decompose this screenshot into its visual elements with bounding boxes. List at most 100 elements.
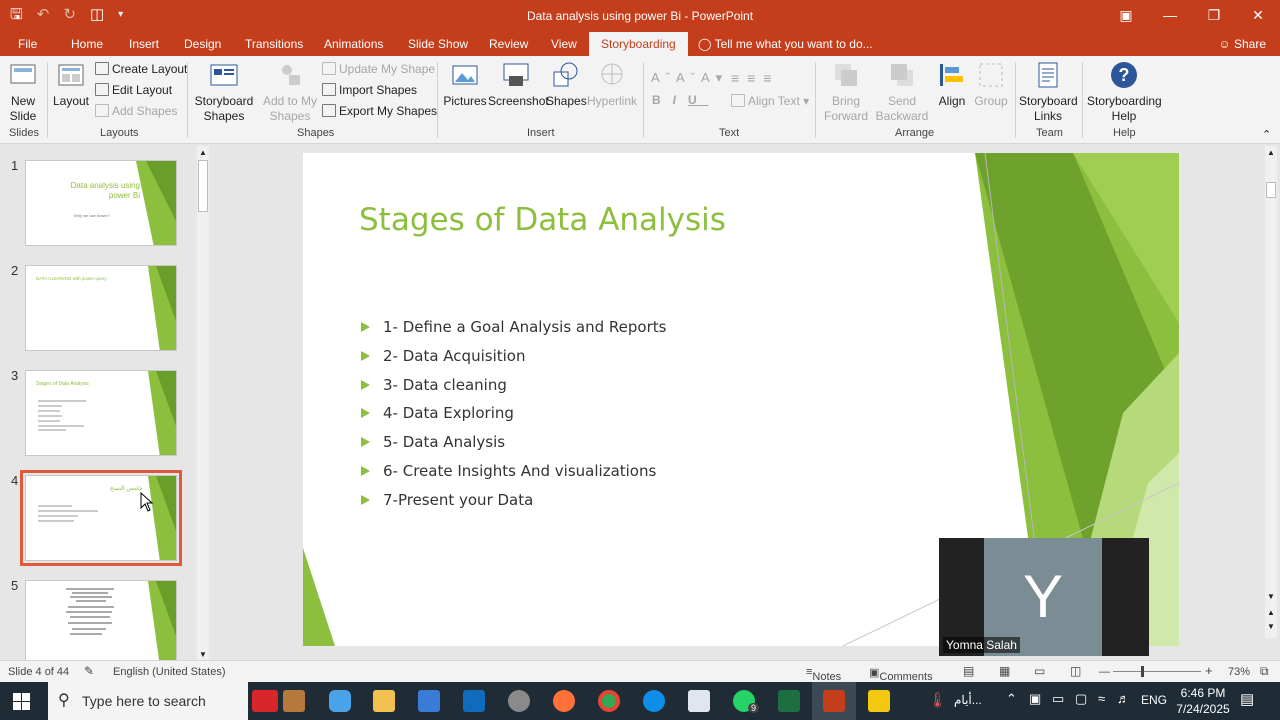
align-center-icon[interactable]: ≡ (747, 70, 763, 86)
new-slide-button[interactable]: New Slide (4, 60, 42, 124)
fit-to-window-icon[interactable]: ⧉ (1260, 664, 1269, 679)
edit-layout-button[interactable]: Edit Layout (95, 82, 172, 98)
search-highlight-icon[interactable] (252, 690, 278, 712)
ribbon-display-options-icon[interactable]: ▣ (1104, 0, 1148, 32)
zoom-level[interactable]: 73% (1228, 666, 1250, 678)
tab-home[interactable]: Home (71, 37, 103, 51)
file-explorer-icon[interactable] (373, 690, 395, 712)
tab-file[interactable]: File (18, 37, 37, 51)
slide-thumbnail-4[interactable]: خامس النسخ (20, 470, 182, 566)
underline-icon[interactable]: U (688, 93, 709, 107)
slide-thumbnail-1[interactable]: Data analysis using power Bi Why we use … (25, 160, 177, 246)
tab-insert[interactable]: Insert (129, 37, 159, 51)
input-language[interactable]: ENG (1141, 693, 1167, 707)
zoom-out-icon[interactable]: — (1099, 666, 1110, 678)
microsoft-store-icon[interactable] (418, 690, 440, 712)
scroll-down-icon[interactable]: ▼ (1266, 592, 1276, 601)
export-my-shapes-button[interactable]: Export My Shapes (322, 103, 437, 119)
update-my-shape-button[interactable]: Update My Shape (322, 61, 435, 77)
align-left-icon[interactable]: ≡ (731, 70, 747, 86)
bring-forward-button[interactable]: Bring Forward (820, 60, 872, 124)
search-highlight-image-icon[interactable] (283, 690, 305, 712)
restore-button[interactable]: ❐ (1192, 0, 1236, 32)
group-button[interactable]: Group (972, 60, 1010, 109)
grow-font-icon[interactable]: Aˆ (651, 70, 676, 85)
normal-view-icon[interactable]: ▤ (963, 664, 974, 678)
paint-icon[interactable] (508, 690, 530, 712)
storyboard-links-button[interactable]: Storyboard Links (1019, 60, 1078, 124)
add-to-my-shapes-button[interactable]: Add to My Shapes (260, 60, 320, 124)
shapes-button[interactable]: Shapes (546, 60, 587, 109)
tab-animations[interactable]: Animations (324, 37, 383, 51)
tab-storyboarding[interactable]: Storyboarding (589, 32, 688, 56)
scroll-up-icon[interactable]: ▲ (1266, 148, 1276, 157)
tab-transitions[interactable]: Transitions (245, 37, 303, 51)
windows-start-icon[interactable] (13, 693, 30, 710)
show-hidden-icons[interactable]: ⌃ (1006, 691, 1017, 707)
weather-icon[interactable]: 🌡 (928, 691, 947, 709)
copilot-icon[interactable] (329, 690, 351, 712)
reading-view-icon[interactable]: ▭ (1034, 664, 1045, 678)
tell-me-box[interactable]: ◯ Tell me what you want to do... (698, 37, 873, 51)
tab-review[interactable]: Review (489, 37, 528, 51)
screenshot-button[interactable]: Screenshot (488, 60, 549, 109)
spelling-icon[interactable]: ✎ (84, 664, 94, 678)
bold-icon[interactable]: B (652, 93, 673, 107)
battery-icon[interactable]: ▭ (1052, 691, 1064, 707)
clock-time[interactable]: 6:46 PM (1178, 686, 1228, 700)
scroll-up-icon[interactable]: ▲ (198, 148, 208, 157)
bullet-list[interactable]: 1- Define a Goal Analysis and Reports 2-… (359, 313, 666, 515)
notes-button[interactable]: ≡ Notes (806, 666, 841, 683)
comments-button[interactable]: ▣ Comments (869, 666, 933, 683)
slide-thumbnail-3[interactable]: Stages of Data Analysis (25, 370, 177, 456)
scroll-thumb[interactable] (1266, 182, 1276, 198)
align-button[interactable]: Align (934, 60, 970, 109)
hyperlink-button[interactable]: Hyperlink (586, 60, 638, 109)
teamviewer-icon[interactable] (643, 690, 665, 712)
camera-icon[interactable]: ▢ (1075, 691, 1087, 707)
send-backward-button[interactable]: Send Backward (874, 60, 930, 124)
pictures-button[interactable]: Pictures (443, 60, 487, 109)
create-layout-button[interactable]: Create Layout (95, 61, 187, 77)
weather-text[interactable]: أيام... (954, 693, 982, 707)
minimize-button[interactable]: — (1148, 0, 1192, 32)
scroll-down-icon[interactable]: ▼ (198, 650, 208, 659)
storyboard-shapes-button[interactable]: Storyboard Shapes (194, 60, 254, 124)
outlook-icon[interactable] (463, 690, 485, 712)
shrink-font-icon[interactable]: Aˇ (676, 70, 701, 85)
power-bi-icon[interactable] (868, 690, 890, 712)
notifications-icon[interactable]: ▤ (1240, 690, 1254, 708)
zoom-slider[interactable] (1113, 671, 1201, 672)
excel-icon[interactable] (778, 690, 800, 712)
thumbnail-scrollbar[interactable]: ▲ ▼ (197, 146, 209, 660)
tab-design[interactable]: Design (184, 37, 221, 51)
align-text-button[interactable]: Align Text ▾ (731, 93, 809, 109)
slide-thumbnail-5[interactable] (25, 580, 177, 660)
import-shapes-button[interactable]: Import Shapes (322, 82, 417, 98)
window-app-icon[interactable] (688, 690, 710, 712)
share-button[interactable]: ☺ Share (1218, 37, 1266, 51)
slide-scrollbar[interactable]: ▲ ▼ ▲ ▼ (1265, 146, 1277, 638)
taskbar-search-box[interactable]: ⚲ Type here to search (48, 682, 248, 720)
powerpoint-icon[interactable] (823, 690, 845, 712)
slide-show-icon[interactable]: ◫ (1070, 664, 1081, 678)
storyboarding-help-button[interactable]: ? Storyboarding Help (1087, 60, 1162, 124)
close-button[interactable]: ✕ (1236, 0, 1280, 32)
add-shapes-button[interactable]: Add Shapes (95, 103, 177, 119)
volume-icon[interactable]: ♬ (1117, 691, 1130, 706)
tab-view[interactable]: View (551, 37, 577, 51)
align-right-icon[interactable]: ≡ (763, 70, 779, 86)
next-slide-icon[interactable]: ▼ (1266, 622, 1276, 631)
zoom-slider-thumb[interactable] (1141, 666, 1144, 677)
meet-now-icon[interactable]: ▣ (1029, 691, 1041, 707)
font-color-icon[interactable]: A▾ (701, 70, 728, 85)
collapse-ribbon-icon[interactable]: ⌃ (1262, 127, 1271, 143)
italic-icon[interactable]: I (673, 93, 688, 107)
slide-thumbnail-2[interactable]: DATA CLEANING with power query (25, 265, 177, 351)
wifi-icon[interactable]: ≈ (1098, 691, 1105, 706)
language-indicator[interactable]: English (United States) (113, 666, 226, 678)
layout-button[interactable]: Layout (52, 60, 90, 109)
tab-slide-show[interactable]: Slide Show (408, 37, 468, 51)
firefox-icon[interactable] (553, 690, 575, 712)
slide-sorter-icon[interactable]: ▦ (999, 664, 1010, 678)
